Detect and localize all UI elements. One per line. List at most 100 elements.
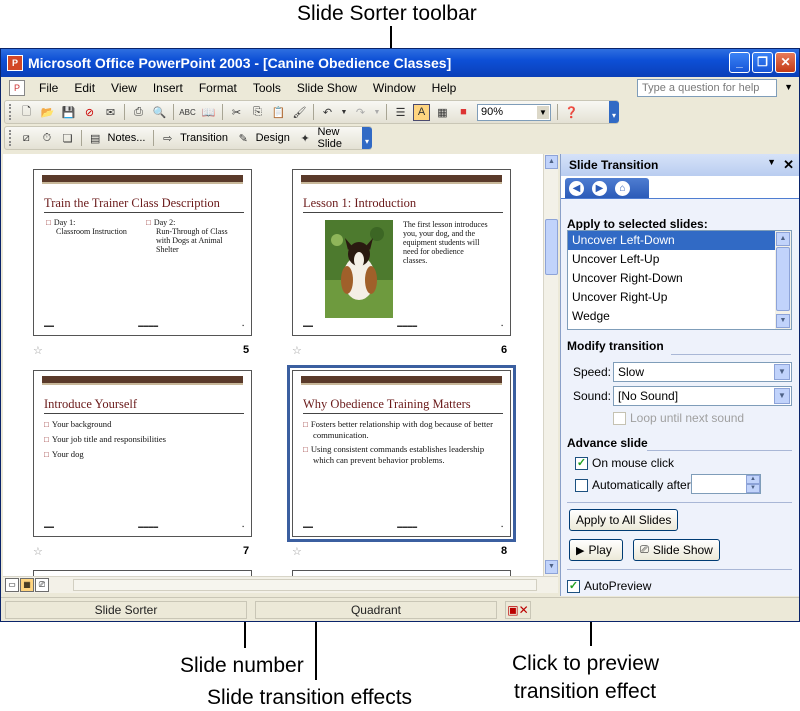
email-icon[interactable]: ✉ bbox=[102, 104, 119, 121]
new-slide-button[interactable]: New Slide bbox=[317, 126, 366, 150]
open-icon[interactable]: 📂 bbox=[39, 104, 56, 121]
cut-icon[interactable]: ✂ bbox=[228, 104, 245, 121]
show-grid-icon[interactable]: ▦ bbox=[434, 104, 451, 121]
zoom-select[interactable]: 90% ▼ bbox=[477, 103, 551, 121]
restore-button[interactable]: ❐ bbox=[752, 52, 773, 73]
new-icon[interactable]: 🗋 bbox=[18, 104, 35, 121]
slide-sorter-view[interactable]: Train the Trainer Class Description Day … bbox=[3, 154, 545, 576]
format-painter-icon[interactable]: 🖌 bbox=[291, 104, 308, 121]
ask-dropdown-icon[interactable]: ▼ bbox=[784, 82, 793, 92]
redo-dropdown-icon[interactable]: ▼ bbox=[373, 104, 381, 121]
slide-thumbnail-6[interactable]: Lesson 1: Introduction The first lesson … bbox=[292, 169, 511, 336]
rehearse-timings-icon[interactable]: ⏱ bbox=[39, 130, 56, 147]
slide-thumbnail-8[interactable]: Why Obedience Training Matters Fosters b… bbox=[287, 365, 516, 542]
sorter-vertical-scrollbar[interactable]: ▲ ▼ bbox=[543, 154, 558, 576]
slide-show-button[interactable]: ⎚ Slide Show bbox=[633, 539, 720, 561]
transition-option[interactable]: Uncover Left-Down bbox=[568, 231, 776, 250]
autopreview-box[interactable]: ✓ bbox=[567, 579, 580, 593]
notes-icon[interactable]: ▤ bbox=[87, 130, 104, 147]
permission-icon[interactable]: ⊘ bbox=[81, 104, 98, 121]
speed-dropdown-icon[interactable]: ▼ bbox=[774, 364, 790, 380]
automatically-after-box[interactable] bbox=[575, 478, 588, 492]
slide-thumbnail-7[interactable]: Introduce Yourself Your background Your … bbox=[33, 370, 252, 537]
powerpoint-app-icon[interactable]: P bbox=[7, 55, 23, 71]
toolbar-grip[interactable] bbox=[9, 130, 12, 146]
on-mouse-click-box[interactable]: ✓ bbox=[575, 456, 588, 470]
transition-icon[interactable]: ⇨ bbox=[159, 130, 176, 147]
zoom-dropdown-icon[interactable]: ▼ bbox=[537, 105, 549, 119]
notes-button[interactable]: Notes... bbox=[108, 132, 146, 144]
slide-show-view-icon[interactable]: ⎚ bbox=[35, 578, 49, 592]
scroll-up-arrow-icon[interactable]: ▲ bbox=[545, 155, 558, 169]
hide-slide-icon[interactable]: ⧄ bbox=[18, 130, 35, 147]
slide-sorter-view-icon[interactable]: ▦ bbox=[20, 578, 34, 592]
print-icon[interactable]: ⎙ bbox=[130, 104, 147, 121]
color-grayscale-icon[interactable]: ■ bbox=[455, 104, 472, 121]
scroll-thumb[interactable] bbox=[545, 219, 558, 275]
loop-checkbox-box[interactable] bbox=[613, 411, 626, 425]
play-button[interactable]: ▶ Play bbox=[569, 539, 623, 561]
ask-question-input[interactable]: Type a question for help bbox=[637, 79, 777, 97]
menu-slide-show[interactable]: Slide Show bbox=[289, 81, 365, 95]
back-icon[interactable]: ◀ bbox=[569, 180, 584, 196]
title-bar[interactable]: P Microsoft Office PowerPoint 2003 - [Ca… bbox=[1, 49, 799, 77]
close-button[interactable]: ✕ bbox=[775, 52, 796, 73]
scroll-up-arrow-icon[interactable]: ▲ bbox=[776, 232, 790, 246]
save-icon[interactable]: 💾 bbox=[60, 104, 77, 121]
on-mouse-click-checkbox[interactable]: ✓ On mouse click bbox=[575, 456, 674, 470]
undo-dropdown-icon[interactable]: ▼ bbox=[340, 104, 348, 121]
transition-button[interactable]: Transition bbox=[180, 132, 228, 144]
copy-icon[interactable]: ⎘ bbox=[249, 104, 266, 121]
new-slide-icon[interactable]: ✦ bbox=[297, 130, 314, 147]
undo-icon[interactable]: ↶ bbox=[319, 104, 336, 121]
transition-effect-icon[interactable]: ☆ bbox=[292, 344, 302, 357]
pane-close-icon[interactable]: ✕ bbox=[783, 157, 794, 173]
scroll-thumb[interactable] bbox=[776, 247, 790, 311]
forward-icon[interactable]: ▶ bbox=[592, 180, 607, 196]
transition-effect-icon[interactable]: ☆ bbox=[33, 344, 43, 357]
toolbar-options-icon[interactable]: ▾ bbox=[609, 101, 619, 123]
menu-window[interactable]: Window bbox=[365, 81, 424, 95]
design-icon[interactable]: ✎ bbox=[235, 130, 252, 147]
spin-up-icon[interactable]: ▲ bbox=[746, 475, 760, 484]
speed-select[interactable]: Slow ▼ bbox=[613, 362, 792, 382]
transition-option[interactable]: Uncover Right-Up bbox=[568, 288, 776, 307]
menu-edit[interactable]: Edit bbox=[66, 81, 103, 95]
menu-insert[interactable]: Insert bbox=[145, 81, 191, 95]
transition-effect-icon[interactable]: ☆ bbox=[33, 545, 43, 558]
transition-option[interactable]: Wedge bbox=[568, 307, 776, 326]
menu-help[interactable]: Help bbox=[424, 81, 465, 95]
sound-select[interactable]: [No Sound] ▼ bbox=[613, 386, 792, 406]
spelling-icon[interactable]: ABC bbox=[179, 104, 196, 121]
horizontal-scroll-track[interactable] bbox=[73, 579, 537, 591]
summary-slide-icon[interactable]: ❏ bbox=[59, 130, 76, 147]
slide-thumbnail-5[interactable]: Train the Trainer Class Description Day … bbox=[33, 169, 252, 336]
print-preview-icon[interactable]: 🔍 bbox=[151, 104, 168, 121]
toolbar-options-icon[interactable]: ▾ bbox=[362, 127, 372, 149]
minimize-button[interactable]: _ bbox=[729, 52, 750, 73]
toolbar-grip[interactable] bbox=[9, 104, 12, 120]
scroll-down-arrow-icon[interactable]: ▼ bbox=[545, 560, 558, 574]
transition-option[interactable]: Uncover Right-Down bbox=[568, 269, 776, 288]
loop-checkbox[interactable]: Loop until next sound bbox=[613, 411, 744, 425]
show-formatting-icon[interactable]: A bbox=[413, 103, 430, 121]
help-icon[interactable]: ❓ bbox=[563, 104, 580, 121]
spelling-status-icon[interactable]: ▣✕ bbox=[505, 601, 531, 619]
automatically-after-spinner[interactable]: ▲ ▼ bbox=[691, 474, 761, 494]
transition-list[interactable]: Uncover Left-Down Uncover Left-Up Uncove… bbox=[567, 230, 792, 330]
paste-icon[interactable]: 📋 bbox=[270, 104, 287, 121]
sound-dropdown-icon[interactable]: ▼ bbox=[774, 388, 790, 404]
expand-all-icon[interactable]: ☰ bbox=[392, 104, 409, 121]
redo-icon[interactable]: ↷ bbox=[352, 104, 369, 121]
transition-effect-icon[interactable]: ☆ bbox=[292, 545, 302, 558]
apply-to-all-slides-button[interactable]: Apply to All Slides bbox=[569, 509, 679, 531]
document-icon[interactable]: P bbox=[9, 80, 25, 96]
design-button[interactable]: Design bbox=[256, 132, 290, 144]
transition-option[interactable]: Uncover Left-Up bbox=[568, 250, 776, 269]
menu-view[interactable]: View bbox=[103, 81, 145, 95]
pane-menu-dropdown-icon[interactable]: ▼ bbox=[767, 157, 776, 167]
automatically-after-checkbox[interactable]: Automatically after bbox=[575, 478, 691, 492]
autopreview-checkbox[interactable]: ✓ AutoPreview bbox=[567, 579, 651, 593]
menu-file[interactable]: File bbox=[31, 81, 66, 95]
normal-view-icon[interactable]: ▭ bbox=[5, 578, 19, 592]
